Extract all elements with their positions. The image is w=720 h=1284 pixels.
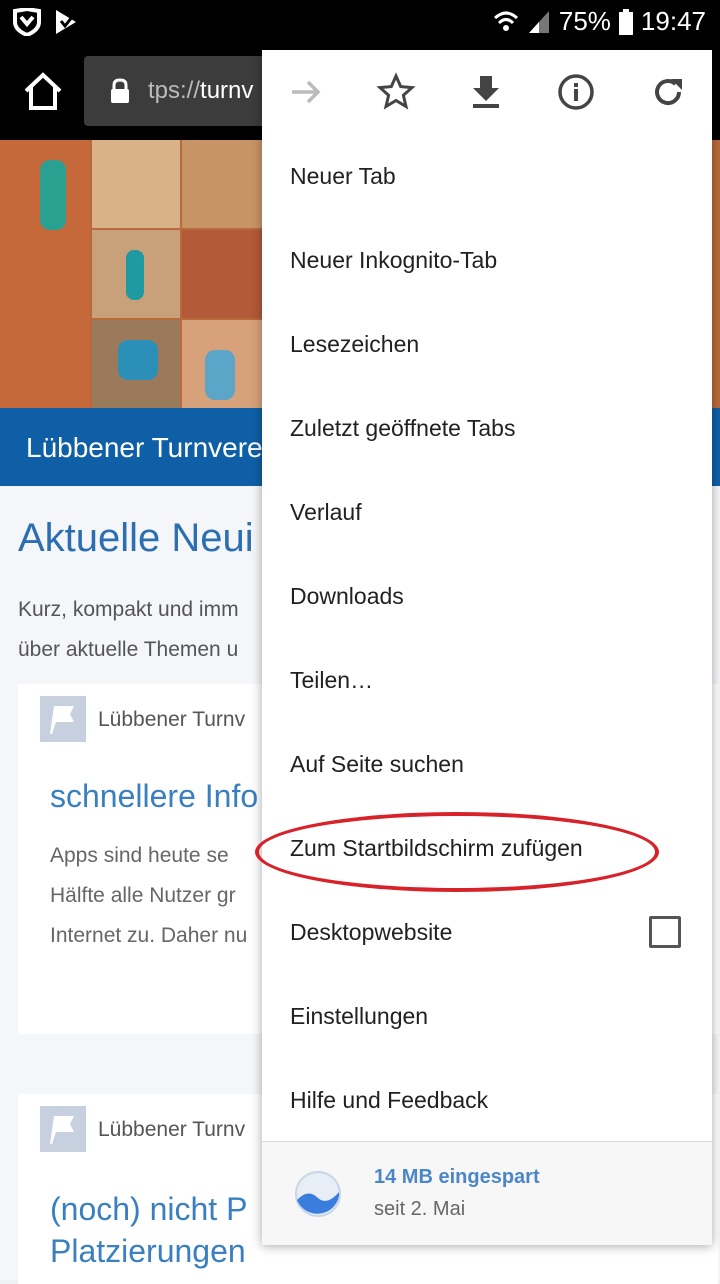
menu-item-new-tab[interactable]: Neuer Tab [290,156,690,196]
card-title-line: Platzierungen [50,1233,246,1269]
page-heading: Aktuelle Neui [18,516,254,560]
card-title[interactable]: (noch) nicht P Platzierungen [50,1188,247,1272]
star-icon[interactable] [376,72,416,112]
card-title-line: (noch) nicht P [50,1191,248,1227]
intro-line: Kurz, kompakt und imm [18,598,239,621]
menu-item-downloads[interactable]: Downloads [290,576,690,616]
page-intro: Kurz, kompakt und imm über aktuelle Them… [18,590,239,670]
wifi-icon [493,11,518,31]
menu-item-recent-tabs[interactable]: Zuletzt geöffnete Tabs [290,408,690,448]
battery-icon [618,8,633,35]
excerpt-line: Internet zu. Daher nu [50,924,248,947]
highlight-ellipse-annotation [255,812,659,892]
intro-line: über aktuelle Themen u [18,638,239,661]
info-icon[interactable] [556,72,596,112]
excerpt-line: Apps sind heute se [50,844,229,867]
menu-item-help-feedback[interactable]: Hilfe und Feedback [290,1080,690,1120]
home-icon[interactable] [22,70,64,112]
forward-icon[interactable] [286,72,326,112]
flag-avatar-icon [40,696,86,742]
menu-item-desktop-site[interactable]: Desktopwebsite [290,912,690,952]
clock: 19:47 [640,6,706,36]
menu-item-settings[interactable]: Einstellungen [290,996,690,1036]
menu-item-share[interactable]: Teilen… [290,660,690,700]
download-icon[interactable] [466,72,506,112]
menu-item-bookmarks[interactable]: Lesezeichen [290,324,690,364]
card-excerpt: Apps sind heute se Hälfte alle Nutzer gr… [50,836,247,956]
excerpt-line: Hälfte alle Nutzer gr [50,884,236,907]
card-author: Lübbener Turnv [98,708,246,731]
lock-icon [111,78,129,103]
flag-avatar-icon [40,1106,86,1152]
refresh-icon[interactable] [648,72,688,112]
signal-icon [528,10,549,33]
shield-icon [13,8,41,36]
data-saved-since: seit 2. Mai [374,1198,466,1220]
browser-overflow-menu: Neuer Tab Neuer Inkognito-Tab Lesezeiche… [262,50,712,1245]
menu-item-find-in-page[interactable]: Auf Seite suchen [290,744,690,784]
card-author: Lübbener Turnv [98,1118,246,1141]
status-bar: 75% 19:47 [0,0,720,44]
menu-item-new-incognito-tab[interactable]: Neuer Inkognito-Tab [290,240,690,280]
battery-percent: 75% [558,6,611,36]
data-saver-icon [295,1171,341,1217]
url-text: tps://turnv [148,77,254,104]
card-title[interactable]: schnellere Info [50,778,258,815]
site-name: Lübbener Turnvere [26,432,263,463]
desktop-site-checkbox[interactable] [649,916,681,948]
menu-item-history[interactable]: Verlauf [290,492,690,532]
check-flag-icon [56,10,76,34]
menu-icon-row [262,50,712,134]
data-saved-amount: 14 MB eingespart [374,1166,540,1188]
data-saver-summary[interactable]: 14 MB eingespart seit 2. Mai [262,1141,712,1245]
